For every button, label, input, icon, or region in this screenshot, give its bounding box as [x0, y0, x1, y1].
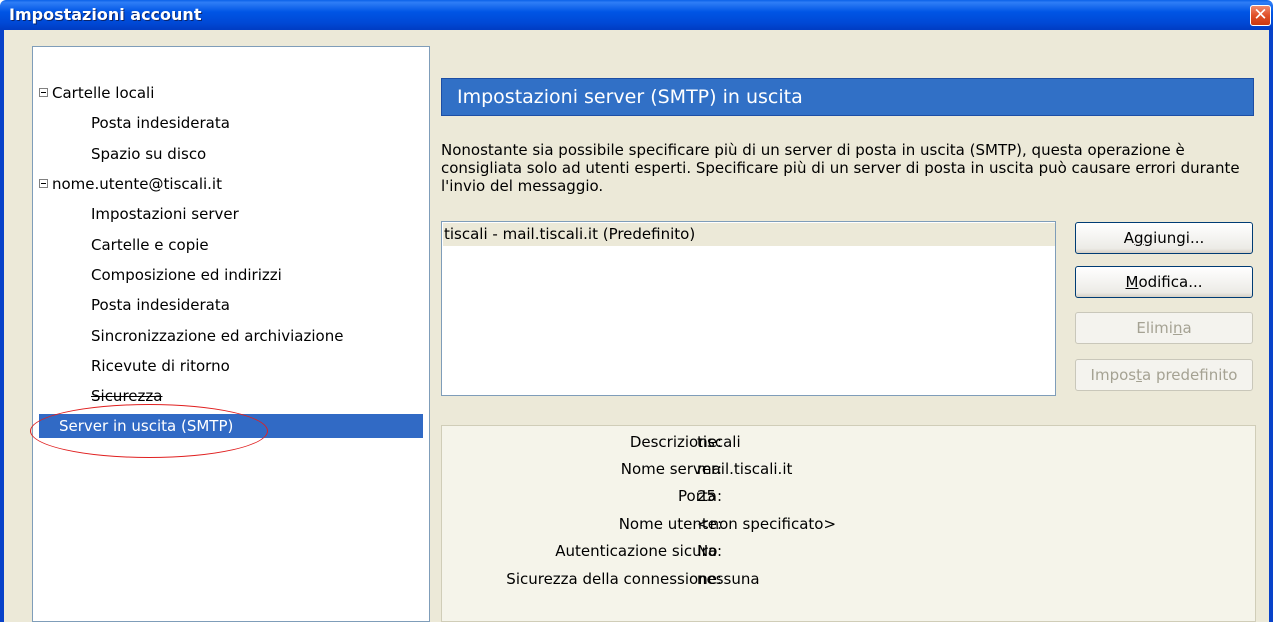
edit-button[interactable]: Modifica... [1075, 266, 1253, 298]
detail-value: nessuna [697, 570, 760, 588]
list-item-label: tiscali - mail.tiscali.it (Predefinito) [444, 225, 696, 243]
tree-item-junk-local[interactable]: Posta indesiderata [87, 111, 234, 135]
panel-title: Impostazioni server (SMTP) in uscita [457, 86, 803, 108]
tree-item-composition[interactable]: Composizione ed indirizzi [87, 263, 286, 287]
tree-group-account[interactable]: nome.utente@tiscali.it [33, 172, 226, 196]
tree-item-label: Posta indesiderata [91, 296, 230, 314]
tree-item-junk[interactable]: Posta indesiderata [87, 293, 234, 317]
tree-item-label: Ricevute di ritorno [91, 357, 230, 375]
set-default-button[interactable]: Imposta predefinito [1075, 359, 1253, 391]
detail-row-port: Porta: 25 [442, 482, 1255, 510]
detail-value: 25 [697, 487, 717, 505]
close-button[interactable]: ✕ [1250, 5, 1271, 26]
panel-description: Nonostante sia possibile specificare più… [441, 141, 1240, 195]
tree-item-label: Composizione ed indirizzi [91, 266, 282, 284]
detail-row-username: Nome utente: <non specificato> [442, 510, 1255, 538]
access-key: g [1134, 229, 1144, 247]
window-title: Impostazioni account [9, 5, 202, 24]
server-details: Descrizione: tiscali Nome server: mail.t… [441, 425, 1256, 622]
tree-item-sync-storage[interactable]: Sincronizzazione ed archiviazione [87, 324, 347, 348]
close-icon: ✕ [1253, 5, 1268, 25]
detail-row-secure-auth: Autenticazione sicura: No [442, 537, 1255, 565]
tree-item-disk-space[interactable]: Spazio su disco [87, 142, 210, 166]
collapse-icon[interactable] [39, 179, 48, 188]
button-label: a [1182, 319, 1192, 337]
tree-item-outgoing-server[interactable]: Server in uscita (SMTP) [39, 414, 423, 438]
tree-group-label: Cartelle locali [52, 84, 155, 102]
tree-item-label: Sicurezza [91, 387, 163, 405]
collapse-icon[interactable] [39, 88, 48, 97]
detail-label: Sicurezza della connessione: [506, 570, 722, 588]
tree-group-local-folders[interactable]: Cartelle locali [33, 81, 158, 105]
tree-item-security[interactable]: Sicurezza [87, 384, 166, 408]
button-label: a predefinito [1141, 366, 1238, 384]
detail-value: mail.tiscali.it [697, 460, 793, 478]
panel-header: Impostazioni server (SMTP) in uscita [441, 78, 1254, 116]
detail-value: tiscali [697, 433, 741, 451]
tree-item-label: Posta indesiderata [91, 114, 230, 132]
button-label: giungi... [1143, 229, 1205, 247]
smtp-server-list[interactable]: tiscali - mail.tiscali.it (Predefinito) [441, 221, 1056, 396]
button-label: odifica... [1138, 273, 1203, 291]
tree-item-label: Server in uscita (SMTP) [59, 417, 234, 435]
button-label: Elimi [1136, 319, 1173, 337]
detail-value: No [697, 542, 718, 560]
delete-button[interactable]: Elimina [1075, 312, 1253, 344]
tree-item-return-receipts[interactable]: Ricevute di ritorno [87, 354, 234, 378]
button-label: A [1123, 229, 1135, 247]
title-bar: Impostazioni account ✕ [0, 0, 1273, 30]
list-item[interactable]: tiscali - mail.tiscali.it (Predefinito) [443, 223, 1055, 246]
tree-item-server-settings[interactable]: Impostazioni server [87, 202, 243, 226]
detail-row-connection-security: Sicurezza della connessione: nessuna [442, 565, 1255, 593]
account-tree[interactable]: Cartelle locali Posta indesiderata Spazi… [32, 46, 430, 622]
add-button[interactable]: Aggiungi... [1075, 222, 1253, 254]
tree-group-label: nome.utente@tiscali.it [52, 175, 222, 193]
access-key: M [1125, 273, 1139, 291]
detail-row-description: Descrizione: tiscali [442, 428, 1255, 456]
tree-item-label: Sincronizzazione ed archiviazione [91, 327, 344, 345]
tree-item-label: Spazio su disco [91, 145, 207, 163]
detail-value: <non specificato> [697, 515, 837, 533]
tree-item-label: Cartelle e copie [91, 236, 209, 254]
tree-item-copies-folders[interactable]: Cartelle e copie [87, 233, 213, 257]
detail-row-server-name: Nome server: mail.tiscali.it [442, 455, 1255, 483]
button-label: Impos [1090, 366, 1137, 384]
tree-item-label: Impostazioni server [91, 205, 239, 223]
